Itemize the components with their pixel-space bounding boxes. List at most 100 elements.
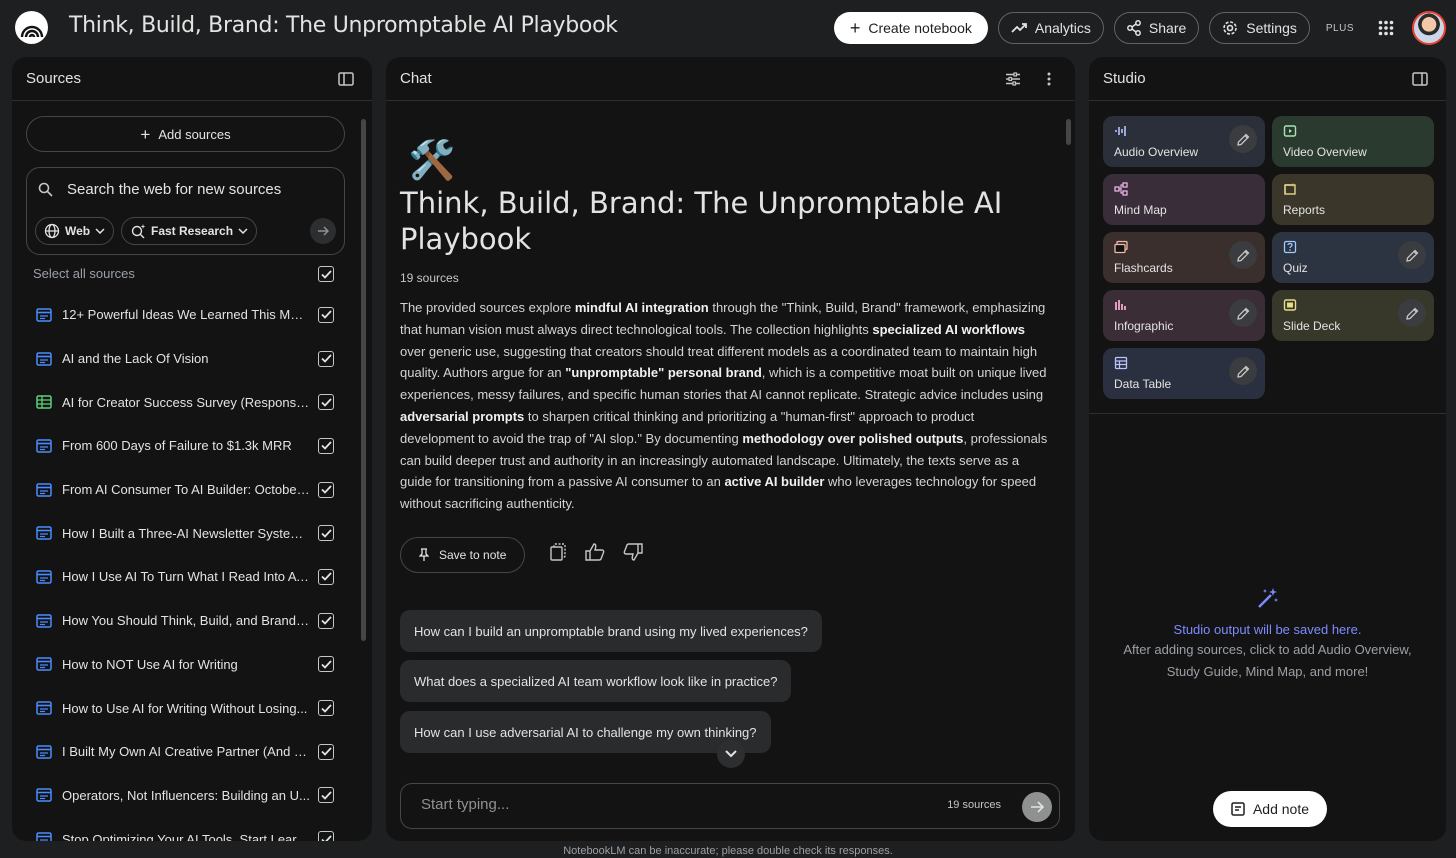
- document-icon: [36, 482, 52, 497]
- apps-grid-icon[interactable]: [1370, 12, 1402, 44]
- source-checkbox[interactable]: [318, 612, 334, 629]
- tune-icon[interactable]: [1001, 67, 1025, 91]
- studio-tile-mind-map[interactable]: Mind Map: [1103, 174, 1265, 225]
- document-icon: [36, 657, 52, 672]
- edit-button[interactable]: [1229, 299, 1257, 327]
- settings-button[interactable]: Settings: [1209, 12, 1310, 44]
- notebooklm-logo-icon[interactable]: [15, 11, 48, 44]
- source-checkbox[interactable]: [318, 787, 334, 804]
- source-label: 12+ Powerful Ideas We Learned This Mon..…: [62, 307, 310, 323]
- document-icon: [36, 701, 52, 715]
- source-checkbox[interactable]: [318, 350, 334, 367]
- source-label: AI for Creator Success Survey (Response.…: [62, 394, 310, 410]
- edit-button[interactable]: [1229, 357, 1257, 385]
- studio-tile-slide-deck[interactable]: Slide Deck: [1272, 290, 1434, 341]
- source-item[interactable]: From AI Consumer To AI Builder: October.…: [26, 468, 356, 512]
- tile-label: Slide Deck: [1283, 319, 1341, 333]
- copy-icon[interactable]: [549, 543, 567, 561]
- scroll-down-button[interactable]: [717, 740, 745, 768]
- studio-panel-title: Studio: [1103, 70, 1146, 87]
- source-item[interactable]: From 600 Days of Failure to $1.3k MRR: [26, 424, 356, 468]
- web-source-dropdown[interactable]: Web: [35, 217, 115, 245]
- source-checkbox[interactable]: [318, 743, 334, 760]
- source-item[interactable]: AI and the Lack Of Vision: [26, 337, 356, 381]
- more-vert-icon[interactable]: [1037, 67, 1061, 91]
- source-item[interactable]: AI for Creator Success Survey (Response.…: [26, 380, 356, 424]
- edit-button[interactable]: [1398, 241, 1426, 269]
- add-note-button[interactable]: Add note: [1213, 791, 1327, 827]
- source-item[interactable]: How You Should Think, Build, and Brand .…: [26, 599, 356, 643]
- source-checkbox[interactable]: [318, 306, 334, 323]
- source-checkbox[interactable]: [318, 700, 334, 717]
- web-search-input[interactable]: Search the web for new sources: [67, 181, 281, 198]
- share-button[interactable]: Share: [1113, 12, 1200, 44]
- document-icon: [36, 439, 52, 453]
- pencil-icon: [1405, 307, 1418, 320]
- source-item[interactable]: How to NOT Use AI for Writing: [26, 643, 356, 687]
- avatar[interactable]: [1412, 11, 1446, 45]
- suggested-question-2[interactable]: What does a specialized AI team workflow…: [400, 660, 792, 702]
- source-checkbox[interactable]: [318, 437, 334, 454]
- studio-panel: Studio Audio Overview Video Overview Mind …: [1089, 57, 1446, 841]
- edit-button[interactable]: [1398, 299, 1426, 327]
- studio-tile-video-overview[interactable]: Video Overview: [1272, 116, 1434, 167]
- studio-tile-data-table[interactable]: Data Table: [1103, 348, 1265, 399]
- source-label: How You Should Think, Build, and Brand .…: [62, 613, 310, 629]
- sources-panel: Sources + Add sources Search the web for…: [12, 57, 372, 841]
- collapse-panel-icon[interactable]: [1408, 67, 1432, 91]
- document-icon: [36, 570, 52, 584]
- create-notebook-button[interactable]: + Create notebook: [833, 12, 988, 44]
- thumbs-up-icon[interactable]: [585, 543, 605, 561]
- source-item[interactable]: 12+ Powerful Ideas We Learned This Mon..…: [26, 293, 356, 337]
- edit-button[interactable]: [1229, 241, 1257, 269]
- collapse-panel-icon[interactable]: [334, 67, 358, 91]
- save-to-note-button[interactable]: Save to note: [400, 537, 526, 573]
- suggested-question-1[interactable]: How can I build an unpromptable brand us…: [400, 610, 822, 652]
- chat-input[interactable]: [421, 796, 921, 813]
- source-item[interactable]: I Built My Own AI Creative Partner (And …: [26, 730, 356, 774]
- sources-scrollbar[interactable]: [361, 119, 366, 641]
- sparkle-search-icon: [131, 224, 146, 239]
- add-sources-button[interactable]: + Add sources: [26, 116, 345, 152]
- research-mode-dropdown[interactable]: Fast Research: [121, 217, 258, 245]
- source-checkbox[interactable]: [318, 831, 334, 841]
- tile-label: Reports: [1283, 203, 1326, 217]
- studio-tile-infographic[interactable]: Infographic: [1103, 290, 1265, 341]
- input-source-count: 19 sources: [947, 799, 1001, 811]
- submit-search-button[interactable]: [310, 218, 336, 244]
- source-label: From 600 Days of Failure to $1.3k MRR: [62, 438, 292, 454]
- spreadsheet-icon: [36, 395, 52, 409]
- check-icon: [320, 398, 332, 407]
- summary-highlight: methodology over polished outputs: [742, 430, 964, 446]
- source-item[interactable]: Stop Optimizing Your AI Tools. Start Lea…: [26, 817, 356, 841]
- thumbs-down-icon[interactable]: [623, 543, 643, 561]
- edit-button[interactable]: [1229, 125, 1257, 153]
- source-label: How to NOT Use AI for Writing: [62, 656, 238, 672]
- source-checkbox[interactable]: [318, 394, 334, 411]
- studio-divider: [1089, 413, 1446, 414]
- source-checkbox[interactable]: [318, 568, 334, 585]
- chat-scrollbar[interactable]: [1066, 119, 1071, 145]
- plan-badge: PLUS: [1325, 22, 1354, 34]
- flashcards-icon: [1114, 240, 1128, 254]
- suggested-question-3[interactable]: How can I use adversarial AI to challeng…: [400, 711, 771, 753]
- notebook-summary: The provided sources explore mindful AI …: [400, 297, 1050, 515]
- source-checkbox[interactable]: [318, 481, 334, 498]
- source-item[interactable]: How I Built a Three-AI Newsletter System…: [26, 511, 356, 555]
- studio-tile-quiz[interactable]: Quiz: [1272, 232, 1434, 283]
- source-checkbox[interactable]: [318, 656, 334, 673]
- share-icon: [1126, 20, 1141, 36]
- source-list: 12+ Powerful Ideas We Learned This Mon..…: [26, 293, 356, 841]
- studio-tile-reports[interactable]: Reports: [1272, 174, 1434, 225]
- notebook-title[interactable]: Think, Build, Brand: The Unpromptable AI…: [69, 13, 618, 38]
- source-checkbox[interactable]: [318, 525, 334, 542]
- select-all-checkbox[interactable]: [318, 266, 334, 282]
- analytics-button[interactable]: Analytics: [997, 12, 1104, 44]
- source-item[interactable]: How I Use AI To Turn What I Read Into A …: [26, 555, 356, 599]
- source-item[interactable]: How to Use AI for Writing Without Losing…: [26, 686, 356, 730]
- source-item[interactable]: Operators, Not Influencers: Building an …: [26, 774, 356, 818]
- plus-icon: +: [849, 18, 861, 38]
- send-button[interactable]: [1022, 792, 1052, 822]
- studio-tile-flashcards[interactable]: Flashcards: [1103, 232, 1265, 283]
- studio-tile-audio-overview[interactable]: Audio Overview: [1103, 116, 1265, 167]
